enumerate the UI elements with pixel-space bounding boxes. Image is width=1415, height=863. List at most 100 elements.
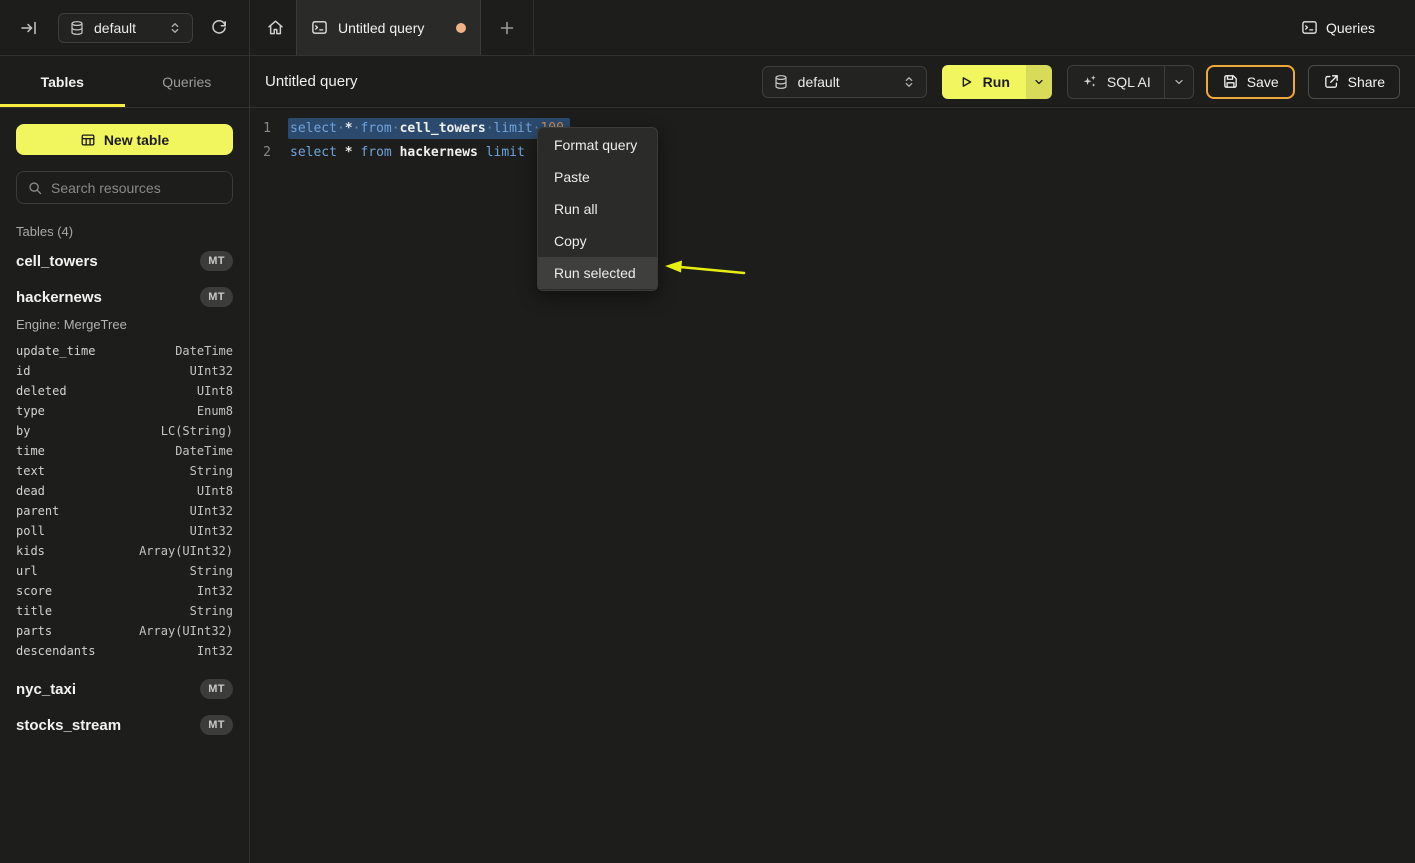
- column-row: parentUInt32: [16, 501, 233, 521]
- sql-editor[interactable]: 1select·*·from·cell_towers·limit·1002sel…: [250, 108, 1415, 863]
- column-name: kids: [16, 544, 45, 558]
- sparkles-icon: [1081, 73, 1098, 90]
- new-table-label: New table: [104, 132, 169, 148]
- collapse-sidebar-button[interactable]: [20, 19, 38, 37]
- run-button[interactable]: Run: [942, 65, 1026, 99]
- column-type: Array(UInt32): [139, 624, 233, 638]
- tab-untitled-query[interactable]: Untitled query: [296, 0, 481, 55]
- new-table-button[interactable]: New table: [16, 124, 233, 155]
- column-type: Int32: [197, 584, 233, 598]
- code-segment: ·: [337, 121, 345, 136]
- column-row: urlString: [16, 561, 233, 581]
- table-name: hackernews: [16, 289, 102, 306]
- column-name: id: [16, 364, 30, 378]
- engine-badge: MT: [200, 251, 233, 271]
- tab-strip: Untitled query Quer: [250, 0, 1415, 56]
- code-segment: from: [360, 121, 391, 136]
- column-name: score: [16, 584, 52, 598]
- column-name: update_time: [16, 344, 95, 358]
- sidebar: default Tables: [0, 0, 250, 863]
- run-options-button[interactable]: [1026, 65, 1052, 99]
- line-number: 2: [250, 145, 274, 160]
- code-segment: [337, 145, 345, 160]
- column-type: String: [190, 604, 233, 618]
- code-segment: cell_towers: [400, 121, 486, 136]
- table-row[interactable]: hackernewsMT: [16, 283, 233, 311]
- code-segment: from: [360, 145, 391, 160]
- search-icon: [27, 180, 43, 196]
- column-row: idUInt32: [16, 361, 233, 381]
- code-segment: [392, 145, 400, 160]
- code-segment: select: [290, 121, 337, 136]
- column-type: UInt8: [197, 484, 233, 498]
- sidebar-tabs: Tables Queries: [0, 56, 249, 108]
- database-selector-value: default: [94, 20, 159, 36]
- search-input[interactable]: [51, 180, 232, 196]
- context-menu-item-label: Paste: [554, 169, 590, 185]
- column-row: descendantsInt32: [16, 641, 233, 661]
- column-type: Enum8: [197, 404, 233, 418]
- column-row: byLC(String): [16, 421, 233, 441]
- toolbar-database-selector[interactable]: default: [762, 66, 927, 98]
- column-name: type: [16, 404, 45, 418]
- column-type: DateTime: [175, 344, 233, 358]
- refresh-button[interactable]: [210, 19, 228, 37]
- run-button-label: Run: [983, 74, 1010, 90]
- share-button[interactable]: Share: [1308, 65, 1400, 99]
- queries-button[interactable]: Queries: [1301, 19, 1375, 36]
- column-row: textString: [16, 461, 233, 481]
- column-row: pollUInt32: [16, 521, 233, 541]
- table-row[interactable]: cell_towersMT: [16, 247, 233, 275]
- context-menu-item-run-all[interactable]: Run all: [538, 193, 657, 225]
- table-row[interactable]: stocks_streamMT: [16, 711, 233, 739]
- context-menu-item-copy[interactable]: Copy: [538, 225, 657, 257]
- database-selector[interactable]: default: [58, 13, 193, 43]
- sql-ai-button[interactable]: SQL AI: [1068, 73, 1164, 90]
- sidebar-tab-tables[interactable]: Tables: [0, 56, 125, 107]
- sql-ai-options-button[interactable]: [1165, 66, 1193, 98]
- line-number: 1: [250, 121, 274, 136]
- code-segment: [478, 145, 486, 160]
- column-type: DateTime: [175, 444, 233, 458]
- table-name: nyc_taxi: [16, 681, 76, 698]
- run-split-button: Run: [942, 65, 1052, 99]
- code-segment: select: [290, 145, 337, 160]
- sidebar-tab-queries[interactable]: Queries: [125, 56, 250, 107]
- new-tab-button[interactable]: [495, 16, 519, 40]
- database-icon: [773, 74, 789, 90]
- code-text: select * from hackernews limit: [290, 145, 533, 160]
- save-floppy-icon: [1222, 73, 1239, 90]
- code-segment: *: [345, 145, 353, 160]
- selected-text: select·*·from·cell_towers·limit·100: [288, 118, 570, 139]
- context-menu-item-label: Run selected: [554, 265, 636, 281]
- column-type: LC(String): [161, 424, 233, 438]
- editor-line[interactable]: 2 select * from hackernews limit: [250, 140, 1415, 164]
- home-button[interactable]: [263, 16, 287, 40]
- code-segment: limit: [494, 121, 533, 136]
- save-button[interactable]: Save: [1206, 65, 1295, 99]
- column-name: text: [16, 464, 45, 478]
- engine-badge: MT: [200, 679, 233, 699]
- table-row[interactable]: nyc_taxi MT: [16, 675, 233, 703]
- column-name: title: [16, 604, 52, 618]
- column-row: type Enum8: [16, 401, 233, 421]
- column-row: update_time DateTime: [16, 341, 233, 361]
- column-name: url: [16, 564, 38, 578]
- context-menu-item-paste[interactable]: Paste: [538, 161, 657, 193]
- column-row: deleted UInt8: [16, 381, 233, 401]
- queries-button-label: Queries: [1326, 20, 1375, 36]
- column-name: deleted: [16, 384, 67, 398]
- query-toolbar: Untitled query default: [250, 56, 1415, 108]
- share-icon: [1323, 73, 1340, 90]
- code-segment: ·: [392, 121, 400, 136]
- sidebar-content: New table Tables (4) cell_towersMThacker…: [0, 108, 249, 863]
- context-menu-item-run-selected[interactable]: Run selected: [538, 257, 657, 289]
- column-type: UInt8: [197, 384, 233, 398]
- column-row: deadUInt8: [16, 481, 233, 501]
- code-text: select·*·from·cell_towers·limit·100: [290, 121, 570, 136]
- context-menu-item-format-query[interactable]: Format query: [538, 129, 657, 161]
- sidebar-tab-queries-label: Queries: [162, 74, 211, 90]
- column-row: title String: [16, 601, 233, 621]
- editor-line[interactable]: 1select·*·from·cell_towers·limit·100: [250, 116, 1415, 140]
- sql-ai-label: SQL AI: [1107, 74, 1151, 90]
